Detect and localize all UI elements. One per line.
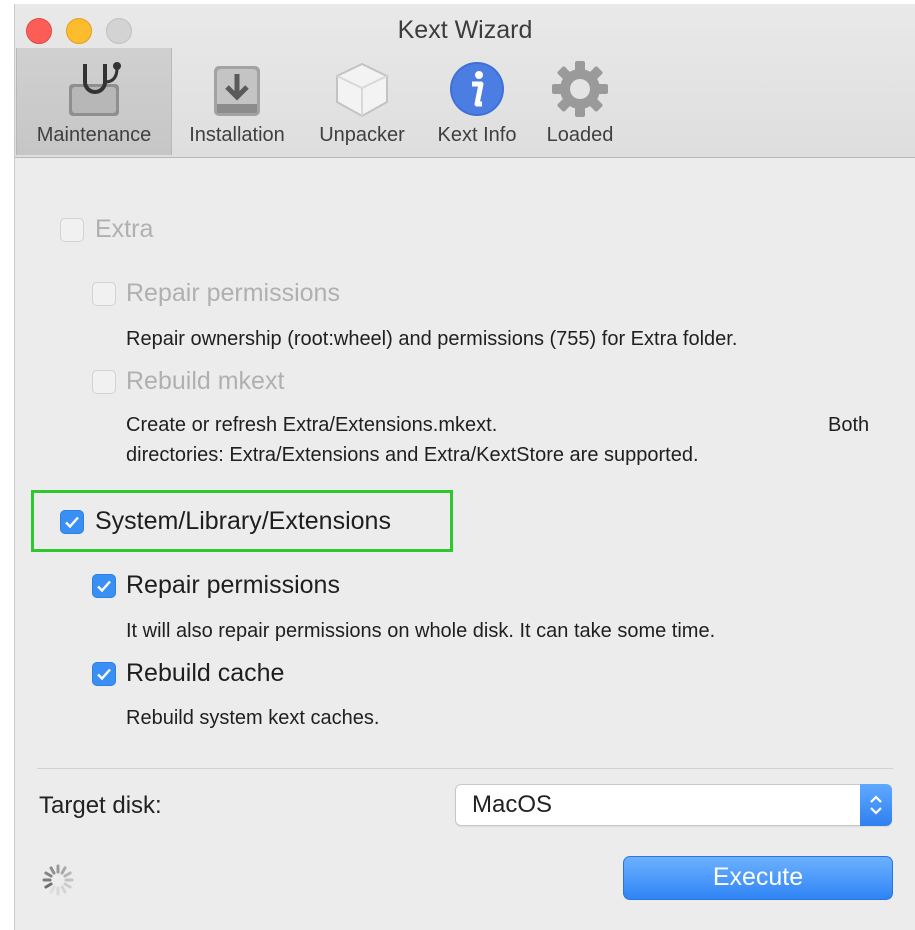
spinner-icon: [42, 864, 74, 896]
maintenance-panel: Extra Repair permissions Repair ownershi…: [15, 158, 915, 930]
system-repair-description: It will also repair permissions on whole…: [126, 620, 716, 642]
extra-rebuild-description-line1: Create or refresh Extra/Extensions.mkext…: [126, 414, 498, 436]
tab-maintenance[interactable]: Maintenance: [16, 48, 172, 155]
extra-rebuild-description-line1-end: Both: [828, 414, 870, 436]
gear-icon: [552, 61, 608, 117]
extra-rebuild-description-line2: directories: Extra/Extensions and Extra/…: [126, 444, 699, 466]
extra-rebuild-checkbox[interactable]: [92, 370, 116, 394]
tab-label: Maintenance: [36, 124, 152, 146]
extra-rebuild-label: Rebuild mkext: [126, 367, 285, 395]
install-drive-icon: [214, 66, 260, 116]
target-disk-label: Target disk:: [39, 792, 162, 819]
target-disk-value: MacOS: [472, 791, 553, 818]
system-repair-checkbox[interactable]: [92, 574, 116, 598]
system-label: System/Library/Extensions: [95, 507, 391, 535]
extra-repair-label: Repair permissions: [126, 279, 340, 307]
stepper-arrows-icon: [860, 784, 892, 826]
package-icon: [336, 62, 388, 118]
tab-label: Loaded: [546, 124, 614, 146]
window-title: Kext Wizard: [397, 16, 533, 44]
system-rebuild-label: Rebuild cache: [126, 659, 285, 687]
info-icon: [450, 62, 504, 116]
extra-label: Extra: [95, 215, 154, 243]
checkmark-icon: [97, 668, 111, 681]
tab-installation[interactable]: Installation: [175, 48, 299, 155]
checkmark-icon: [97, 580, 111, 593]
tab-label: Kext Info: [437, 124, 517, 146]
tab-loaded[interactable]: Loaded: [535, 48, 625, 155]
system-rebuild-description: Rebuild system kext caches.: [126, 707, 380, 729]
extra-repair-description: Repair ownership (root:wheel) and permis…: [126, 328, 738, 350]
extra-checkbox[interactable]: [60, 218, 84, 242]
tab-label: Unpacker: [319, 124, 405, 146]
target-disk-select[interactable]: MacOS: [455, 784, 892, 826]
extra-repair-checkbox[interactable]: [92, 282, 116, 306]
tab-label: Installation: [189, 124, 285, 146]
system-repair-label: Repair permissions: [126, 571, 340, 599]
tab-kext-info[interactable]: Kext Info: [425, 48, 529, 155]
app-window: Kext Wizard Maintenance Installation Unp…: [14, 4, 915, 930]
tab-unpacker[interactable]: Unpacker: [306, 48, 418, 155]
system-rebuild-checkbox[interactable]: [92, 662, 116, 686]
system-checkbox[interactable]: [60, 510, 84, 534]
checkmark-icon: [65, 516, 79, 529]
title-toolbar: Kext Wizard Maintenance Installation Unp…: [15, 4, 915, 158]
stethoscope-drive-icon: [69, 62, 121, 116]
separator: [37, 768, 893, 769]
execute-button[interactable]: Execute: [623, 856, 893, 900]
